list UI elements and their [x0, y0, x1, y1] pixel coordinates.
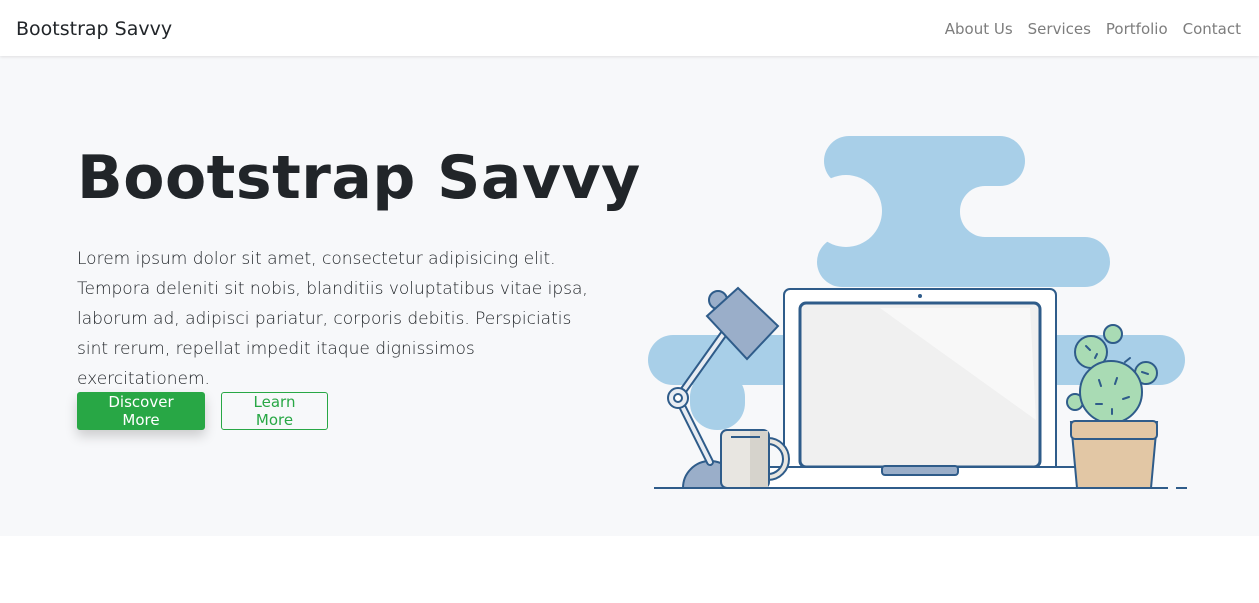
nav-link-about-us[interactable]: About Us [945, 18, 1013, 40]
nav-menu: About Us Services Portfolio Contact [945, 18, 1241, 40]
brand-logo-link[interactable]: Bootstrap Savvy [16, 16, 172, 42]
learn-more-button[interactable]: Learn More [221, 392, 328, 430]
coffee-mug-icon [720, 429, 790, 489]
navbar: Bootstrap Savvy About Us Services Portfo… [0, 0, 1259, 56]
hero-illustration [648, 136, 1187, 489]
discover-more-button[interactable]: Discover More [77, 392, 205, 430]
hero-section: Bootstrap Savvy Lorem ipsum dolor sit am… [0, 56, 1259, 536]
hero-title: Bootstrap Savvy [77, 143, 641, 213]
laptop-icon [737, 288, 1109, 489]
nav-link-portfolio[interactable]: Portfolio [1106, 18, 1168, 40]
nav-link-contact[interactable]: Contact [1183, 18, 1241, 40]
nav-link-services[interactable]: Services [1028, 18, 1091, 40]
hero-description: Lorem ipsum dolor sit amet, consectetur … [77, 249, 588, 389]
